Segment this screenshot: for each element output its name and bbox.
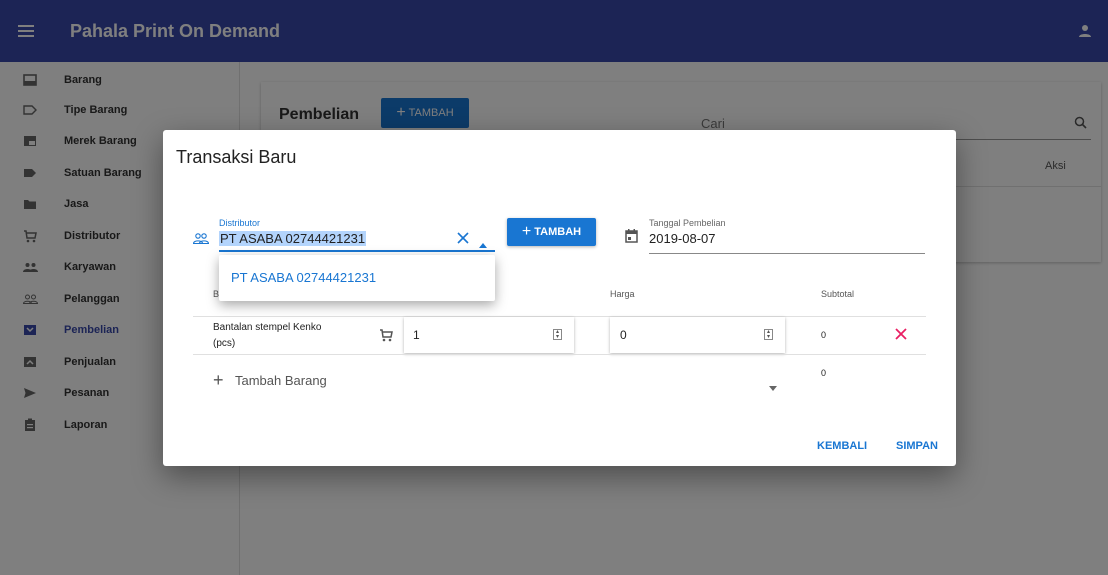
people-outline-icon (192, 231, 210, 249)
add-distributor-button[interactable]: + TAMBAH (507, 218, 596, 246)
dialog-title: Transaksi Baru (176, 147, 297, 167)
add-item-label: Tambah Barang (235, 373, 327, 388)
distributor-dropdown: PT ASABA 02744421231 (219, 255, 495, 301)
column-header-harga: Harga (610, 289, 635, 299)
remove-item-icon[interactable] (895, 327, 907, 345)
purchase-date-value: 2019-08-07 (649, 231, 716, 246)
calendar-icon (625, 229, 638, 248)
clear-icon[interactable] (457, 231, 469, 249)
purchase-date-label: Tanggal Pembelian (649, 218, 726, 228)
item-name: Bantalan stempel Kenko (pcs) (213, 322, 322, 349)
purchase-date-field[interactable]: Tanggal Pembelian 2019-08-07 (649, 218, 925, 254)
distributor-value: PT ASABA 02744421231 (219, 231, 367, 246)
distributor-label: Distributor (219, 218, 261, 228)
quantity-value: 1 (413, 328, 420, 342)
add-item-select[interactable]: + Tambah Barang (213, 370, 783, 392)
add-distributor-label: TAMBAH (534, 226, 582, 238)
item-subtotal: 0 (821, 330, 827, 340)
save-button[interactable]: SIMPAN (896, 440, 938, 452)
plus-icon: + (213, 370, 224, 390)
plus-icon: + (521, 223, 532, 240)
quantity-input[interactable]: 1 ▴ ▾ (404, 317, 574, 353)
divider (193, 354, 926, 355)
caret-up-icon[interactable] (479, 235, 487, 253)
price-input[interactable]: 0 ▴ ▾ (610, 317, 785, 353)
caret-down-icon[interactable] (769, 378, 777, 396)
column-header-subtotal: Subtotal (821, 289, 855, 299)
distributor-field[interactable]: Distributor PT ASABA 02744421231 (219, 218, 495, 252)
total-value: 0 (821, 368, 827, 378)
dropdown-option[interactable]: PT ASABA 02744421231 (231, 270, 376, 285)
cancel-button[interactable]: KEMBALI (817, 440, 867, 452)
price-value: 0 (620, 328, 627, 342)
spinner-icon[interactable]: ▴ ▾ (764, 329, 773, 340)
spinner-icon[interactable]: ▴ ▾ (553, 329, 562, 340)
cart-icon[interactable] (379, 329, 393, 347)
